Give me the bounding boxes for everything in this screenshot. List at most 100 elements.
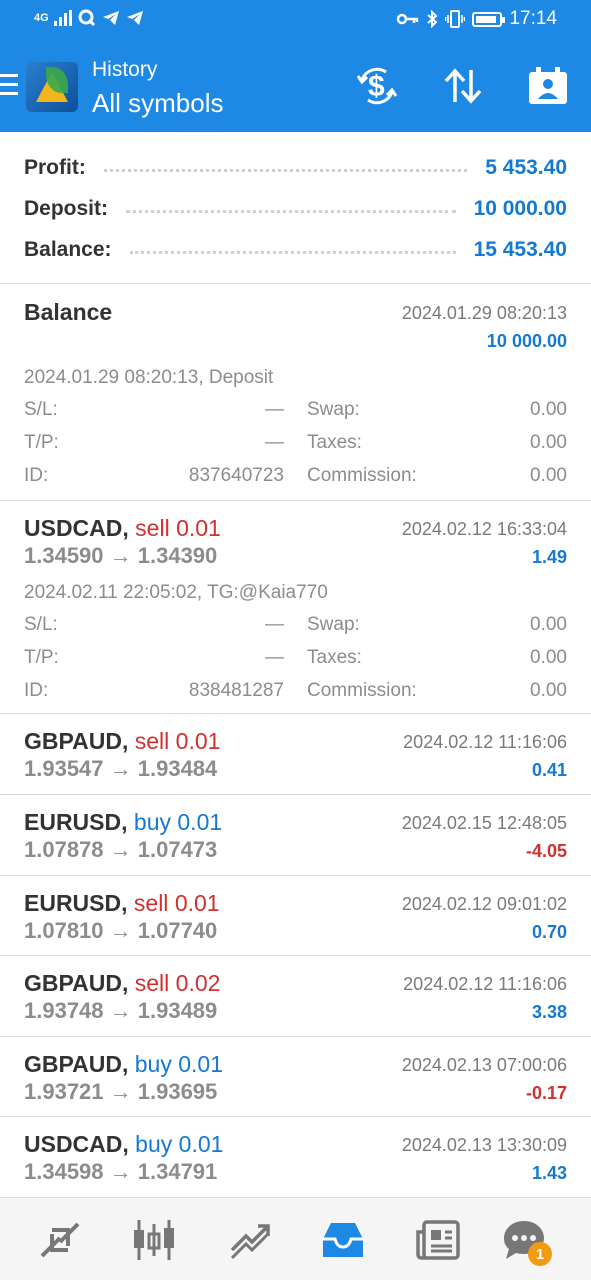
deal-row[interactable]: GBPAUD, sell 0.02 2024.02.12 11:16:06 1.… xyxy=(0,956,591,1037)
deal-symbol: EURUSD, xyxy=(24,809,128,835)
deal-row[interactable]: GBPAUD, buy 0.01 2024.02.13 07:00:06 1.9… xyxy=(0,1037,591,1117)
clock: 17:14 xyxy=(509,8,557,29)
telegram-icon xyxy=(127,11,143,25)
chat-icon[interactable]: 1 xyxy=(500,1216,552,1266)
deal-profit: -4.05 xyxy=(525,841,567,861)
deal-volume: 0.01 xyxy=(174,890,220,916)
deal-row[interactable]: USDCAD, sell 0.01 2024.02.12 16:33:04 1.… xyxy=(0,501,591,714)
toolbar-subtitle: History xyxy=(92,58,158,81)
deal-row[interactable]: EURUSD, buy 0.01 2024.02.15 12:48:05 1.0… xyxy=(0,795,591,876)
deal-volume: 0.01 xyxy=(178,1051,223,1077)
bottom-navigation: 1 xyxy=(0,1197,591,1280)
swap-label: Swap: xyxy=(307,614,360,635)
menu-icon[interactable] xyxy=(0,74,18,96)
tp-label: T/P: xyxy=(24,647,59,668)
id-value: 838481287 xyxy=(188,680,284,701)
bluetooth-icon xyxy=(427,10,438,28)
currency-exchange-icon[interactable]: $ xyxy=(354,66,400,106)
deal-symbol-line: USDCAD, buy 0.01 xyxy=(24,1131,223,1158)
swap-value: 0.00 xyxy=(530,399,567,420)
dotted-leader xyxy=(129,250,456,254)
deal-symbol: GBPAUD, xyxy=(24,728,129,754)
profit-value: 5 453.40 xyxy=(485,156,567,179)
deal-symbol-line: EURUSD, buy 0.01 xyxy=(24,809,222,836)
chart-icon[interactable] xyxy=(130,1216,178,1264)
deal-symbol: GBPAUD, xyxy=(24,1051,129,1077)
deal-row[interactable]: USDCAD, buy 0.01 2024.02.13 13:30:09 1.3… xyxy=(0,1117,591,1197)
tp-label: T/P: xyxy=(24,432,59,453)
deal-comment: 2024.02.11 22:05:02, TG:@Kaia770 xyxy=(24,582,328,603)
balance-row: Balance: 15 453.40 xyxy=(24,235,567,265)
svg-text:$: $ xyxy=(368,70,385,103)
trade-icon[interactable] xyxy=(226,1216,274,1264)
balance-entry-amount: 10 000.00 xyxy=(486,331,567,351)
balance-entry-comment: 2024.01.29 08:20:13, Deposit xyxy=(24,367,274,388)
deal-time: 2024.02.12 11:16:06 xyxy=(403,974,567,994)
tp-value: — xyxy=(265,647,284,668)
deal-row[interactable]: EURUSD, sell 0.01 2024.02.12 09:01:02 1.… xyxy=(0,876,591,956)
deal-volume: 0.01 xyxy=(175,728,221,754)
deal-prices: 1.93721 → 1.93695 xyxy=(24,1079,218,1104)
deal-prices: 1.34598 → 1.34791 xyxy=(24,1159,218,1184)
deal-symbol-line: GBPAUD, sell 0.02 xyxy=(24,970,220,997)
deal-symbol-line: EURUSD, sell 0.01 xyxy=(24,890,220,917)
deal-details: S/L: — Swap: 0.00 T/P: — Taxes: 0.00 ID:… xyxy=(24,614,567,713)
deal-side: buy xyxy=(133,809,171,835)
toolbar-title[interactable]: All symbols xyxy=(92,88,223,119)
quotes-icon[interactable] xyxy=(36,1216,84,1264)
vibrate-icon xyxy=(445,10,466,28)
deal-profit: 1.43 xyxy=(531,1163,567,1183)
deal-prices: 1.07878 → 1.07473 xyxy=(24,837,218,862)
sl-value: — xyxy=(265,399,284,420)
deal-row[interactable]: GBPAUD, sell 0.01 2024.02.12 11:16:06 1.… xyxy=(0,714,591,795)
telegram-icon xyxy=(103,11,119,25)
deal-profit: 1.49 xyxy=(531,547,567,567)
deposit-row: Deposit: 10 000.00 xyxy=(24,194,567,224)
balance-entry[interactable]: Balance 2024.01.29 08:20:13 10 000.00 20… xyxy=(0,285,591,501)
sl-value: — xyxy=(265,614,284,635)
signal-icon xyxy=(54,10,72,26)
deal-side: sell xyxy=(134,970,170,996)
app-toolbar: History All symbols $ xyxy=(0,40,591,132)
id-label: ID: xyxy=(24,465,49,486)
deal-volume: 0.02 xyxy=(175,970,221,996)
deal-side: buy xyxy=(134,1051,172,1077)
calendar-icon[interactable] xyxy=(526,66,570,106)
history-summary: Profit: 5 453.40 Deposit: 10 000.00 Bala… xyxy=(0,132,591,284)
deal-symbol-line: GBPAUD, sell 0.01 xyxy=(24,728,220,755)
deal-symbol-line: USDCAD, sell 0.01 xyxy=(24,515,221,542)
deal-volume: 0.01 xyxy=(178,1131,224,1157)
deposit-label: Deposit: xyxy=(24,197,108,220)
sl-label: S/L: xyxy=(24,399,58,420)
tp-value: — xyxy=(265,432,284,453)
chat-badge: 1 xyxy=(528,1242,552,1266)
news-icon[interactable] xyxy=(414,1216,462,1264)
deal-prices: 1.93748 → 1.93489 xyxy=(24,998,218,1023)
history-icon[interactable] xyxy=(319,1216,367,1264)
deal-profit: -0.17 xyxy=(525,1083,567,1103)
deal-symbol: USDCAD, xyxy=(24,515,129,541)
commission-label: Commission: xyxy=(307,680,417,701)
status-left: 4G xyxy=(34,9,144,27)
deal-volume: 0.01 xyxy=(177,809,223,835)
q-app-icon xyxy=(78,9,96,27)
taxes-label: Taxes: xyxy=(307,432,362,453)
deal-side: sell xyxy=(135,515,170,541)
deal-side: sell xyxy=(133,890,169,916)
deal-profit: 3.38 xyxy=(531,1002,567,1022)
deal-symbol: USDCAD, xyxy=(24,1131,129,1157)
dotted-leader xyxy=(103,168,468,172)
status-right: 17:14 xyxy=(397,8,557,30)
commission-value: 0.00 xyxy=(530,680,567,701)
sort-icon[interactable] xyxy=(440,66,486,106)
dotted-leader xyxy=(126,209,456,213)
id-label: ID: xyxy=(24,680,49,701)
battery-icon xyxy=(472,11,506,27)
commission-value: 0.00 xyxy=(530,465,567,486)
deal-side: sell xyxy=(134,728,170,754)
deal-profit: 0.41 xyxy=(531,760,567,780)
deal-symbol: GBPAUD, xyxy=(24,970,129,996)
balance-value: 15 453.40 xyxy=(473,238,567,261)
deal-symbol: EURUSD, xyxy=(24,890,128,916)
profit-label: Profit: xyxy=(24,156,86,179)
